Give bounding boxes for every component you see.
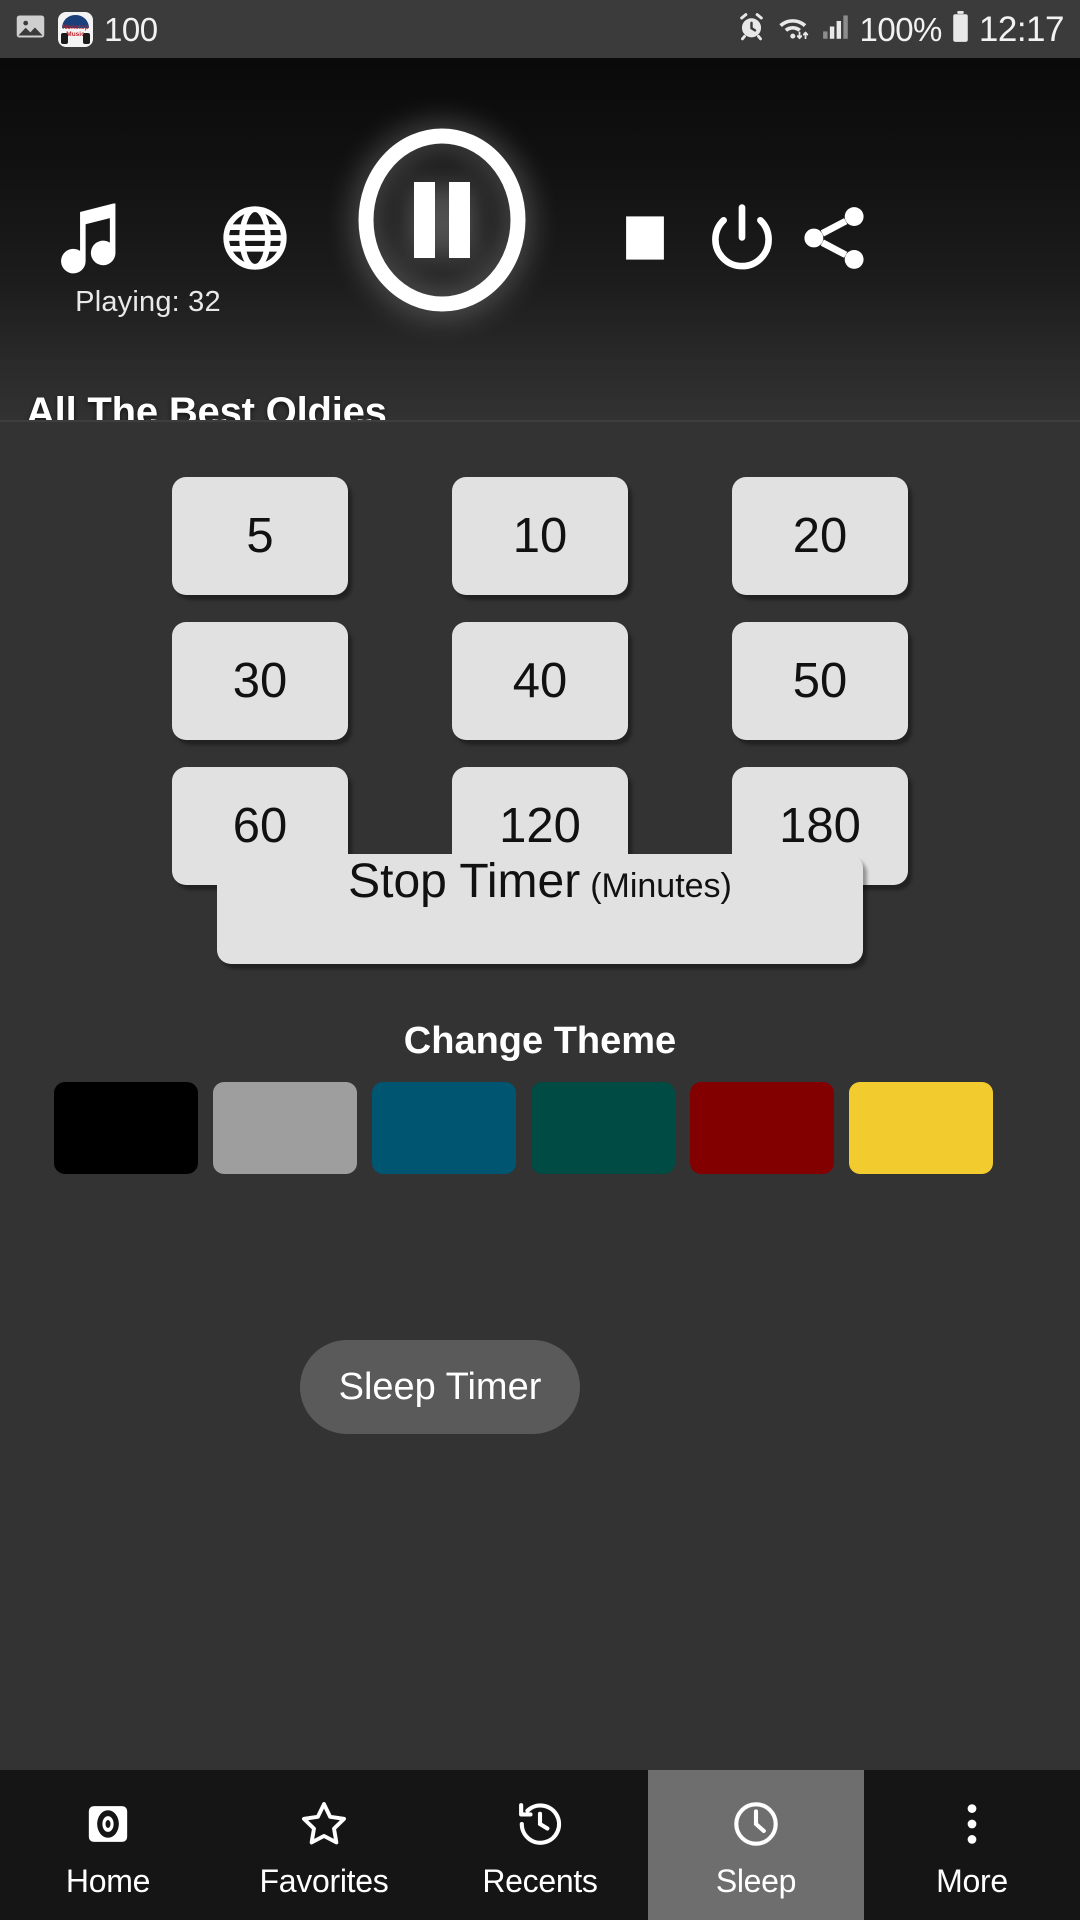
alarm-icon — [736, 11, 767, 47]
player-controls: Playing: 32 — [0, 58, 1080, 318]
theme-swatch-row — [54, 1082, 1026, 1174]
more-dots-icon — [945, 1797, 999, 1851]
theme-swatch-blue[interactable] — [372, 1082, 516, 1174]
station-name: All The Best Oldies — [26, 390, 387, 420]
nav-item-more[interactable]: More — [864, 1770, 1080, 1920]
stop-timer-button[interactable]: Stop Timer (Minutes) — [217, 854, 863, 964]
sleep-timer-button[interactable]: Sleep Timer — [300, 1340, 580, 1434]
theme-swatch-yellow[interactable] — [849, 1082, 993, 1174]
timer-value-grid: 5 10 20 30 40 50 60 120 180 — [120, 477, 960, 885]
sleep-timer-panel: 5 10 20 30 40 50 60 120 180 Stop Timer (… — [0, 422, 1080, 1770]
stop-button[interactable] — [605, 198, 685, 278]
timer-button-10[interactable]: 10 — [452, 477, 628, 595]
image-icon — [14, 10, 47, 48]
change-theme-label: Change Theme — [403, 1020, 677, 1062]
player-header: Playing: 32 All The Best Oldies — [0, 58, 1080, 420]
nav-label-favorites: Favorites — [259, 1862, 389, 1899]
nav-item-home[interactable]: Home — [0, 1770, 216, 1920]
nav-item-recents[interactable]: Recents — [432, 1770, 648, 1920]
nav-label-more: More — [936, 1862, 1008, 1899]
timer-button-30[interactable]: 30 — [172, 622, 348, 740]
history-icon — [513, 1797, 567, 1851]
timer-button-5[interactable]: 5 — [172, 477, 348, 595]
playing-status: Playing: 32 — [75, 286, 221, 318]
battery-percent: 100% — [859, 10, 943, 48]
wifi-icon — [776, 12, 812, 47]
signal-icon — [821, 13, 851, 45]
notification-count: 100 — [104, 10, 158, 48]
star-icon — [297, 1797, 351, 1851]
nav-label-recents: Recents — [482, 1862, 598, 1899]
nav-item-sleep[interactable]: Sleep — [648, 1770, 864, 1920]
share-icon[interactable] — [790, 194, 878, 282]
nav-label-sleep: Sleep — [715, 1862, 797, 1899]
globe-icon[interactable] — [215, 198, 295, 278]
timer-button-20[interactable]: 20 — [732, 477, 908, 595]
nav-item-favorites[interactable]: Favorites — [216, 1770, 432, 1920]
app-screen: Nonstop Music 100 100% 12:17 Playing: 32… — [0, 0, 1080, 1920]
nav-label-home: Home — [65, 1862, 151, 1899]
clock-time: 12:17 — [978, 9, 1065, 49]
timer-button-50[interactable]: 50 — [732, 622, 908, 740]
theme-swatch-green[interactable] — [531, 1082, 675, 1174]
power-icon[interactable] — [700, 196, 784, 280]
clock-icon — [729, 1797, 783, 1851]
radio-icon — [81, 1797, 135, 1851]
theme-swatch-black[interactable] — [54, 1082, 198, 1174]
status-bar: Nonstop Music 100 100% 12:17 — [0, 0, 1080, 58]
bottom-navigation: Home Favorites Recents Sleep More — [0, 1770, 1080, 1920]
app-icon-nonstop-music: Nonstop Music — [58, 11, 93, 47]
pause-button[interactable] — [356, 128, 528, 312]
music-note-icon[interactable] — [50, 198, 130, 278]
status-bar-right: 100% 12:17 — [736, 9, 1065, 49]
theme-swatch-gray[interactable] — [213, 1082, 357, 1174]
stop-timer-label: Stop Timer — [348, 855, 581, 908]
battery-icon — [951, 10, 970, 48]
theme-swatch-red[interactable] — [690, 1082, 834, 1174]
stop-timer-unit: (Minutes) — [590, 867, 732, 905]
timer-button-40[interactable]: 40 — [452, 622, 628, 740]
status-bar-left: Nonstop Music 100 — [14, 10, 158, 48]
